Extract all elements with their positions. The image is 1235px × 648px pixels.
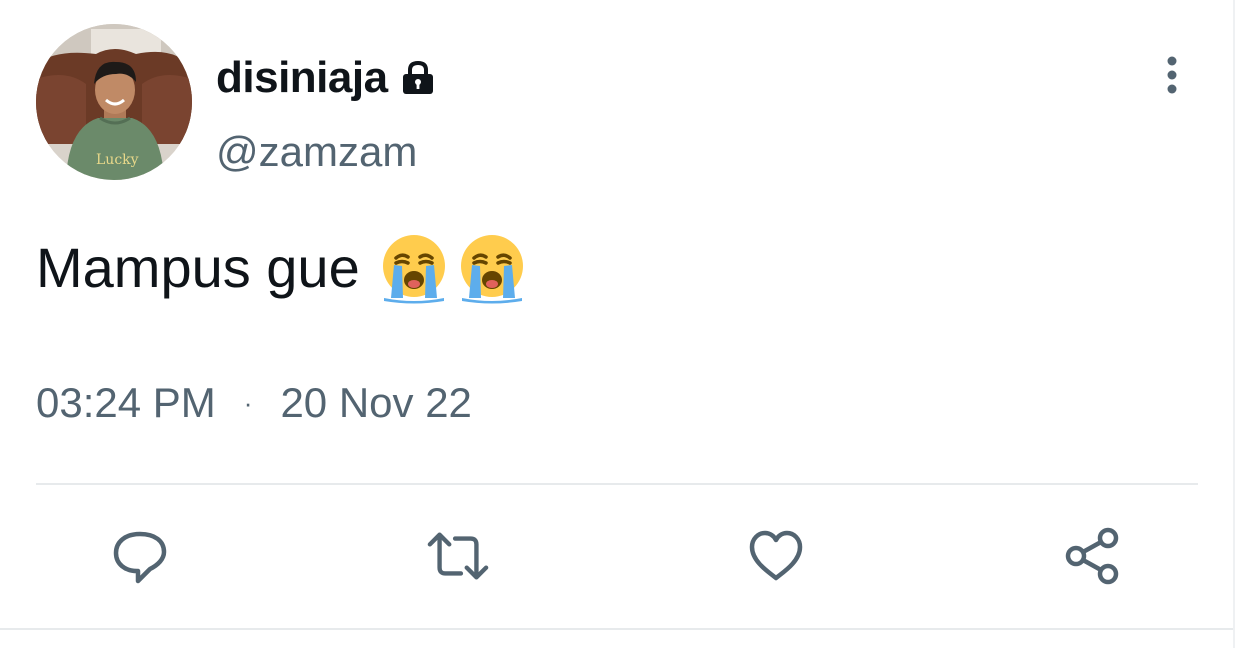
reply-button[interactable] [108,524,172,588]
retweet-button[interactable] [426,524,490,588]
more-vertical-icon [1167,56,1177,94]
tweet-meta: 03:24 PM · 20 Nov 22 [36,374,472,432]
divider [36,483,1198,485]
display-name[interactable]: disiniaja [216,48,388,108]
display-name-row: disiniaja [216,48,438,108]
share-button[interactable] [1062,524,1126,588]
share-icon [1065,527,1119,585]
heart-icon [749,530,803,581]
lock-icon [398,58,438,98]
user-handle[interactable]: @zamzam [216,124,417,180]
emoji-group [378,232,528,304]
comment-icon [113,531,167,584]
loudly-crying-face-icon [378,232,450,304]
meta-separator: · [243,388,253,418]
loudly-crying-face-icon [456,232,528,304]
tweet-text: Mampus gue [36,232,528,304]
retweet-icon [427,532,489,580]
bottom-divider [0,628,1235,630]
avatar[interactable]: Lucky [36,24,192,180]
like-button[interactable] [744,524,808,588]
profile-photo-icon: Lucky [36,24,192,180]
tweet-date[interactable]: 20 Nov 22 [280,374,471,432]
tweet-time[interactable]: 03:24 PM [36,374,216,432]
tweet-text-content: Mampus gue [36,236,360,299]
svg-text:Lucky: Lucky [96,152,139,168]
more-options-button[interactable] [1150,50,1194,100]
tweet-card: Lucky disiniaja @zamzam Mampus gue 03:24… [0,0,1235,648]
